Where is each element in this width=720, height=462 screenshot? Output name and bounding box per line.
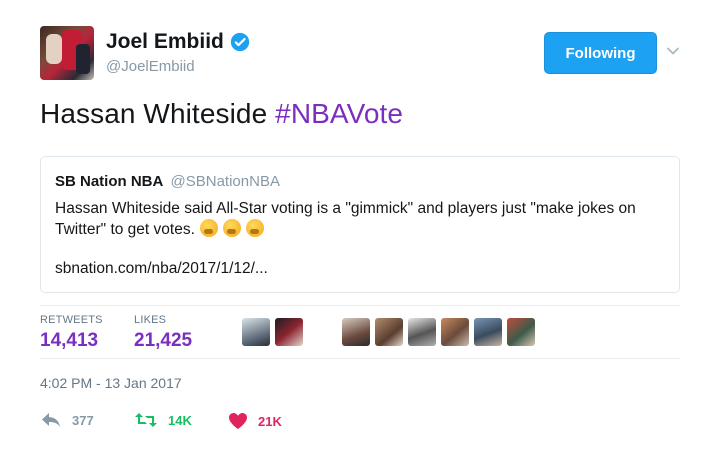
display-name[interactable]: Joel Embiid bbox=[106, 30, 250, 54]
quoted-tweet-header: SB Nation NBA @SBNationNBA bbox=[55, 173, 665, 190]
quoted-tweet-body: Hassan Whiteside said All-Star voting is… bbox=[55, 198, 675, 240]
retweets-value: 14,413 bbox=[40, 330, 99, 351]
thinking-face-icon bbox=[222, 219, 241, 237]
author-name[interactable]: Joel Embiid bbox=[106, 30, 224, 54]
quoted-author-handle: @SBNationNBA bbox=[170, 173, 280, 190]
likes-label: LIKES bbox=[134, 314, 167, 326]
like-count: 21K bbox=[258, 413, 282, 429]
tweet-plain-text: Hassan Whiteside bbox=[40, 98, 276, 129]
retweet-count: 14K bbox=[168, 412, 192, 428]
divider bbox=[40, 305, 680, 306]
divider bbox=[40, 358, 680, 359]
reply-icon bbox=[42, 413, 60, 427]
liker-avatar[interactable] bbox=[441, 318, 469, 346]
quoted-author-name: SB Nation NBA bbox=[55, 173, 164, 190]
reply-count: 377 bbox=[72, 412, 94, 428]
avatar[interactable] bbox=[40, 26, 94, 80]
retweet-icon bbox=[135, 413, 157, 427]
liker-avatars-2 bbox=[342, 318, 540, 346]
tweet-text: Hassan Whiteside #NBAVote bbox=[40, 98, 403, 130]
like-button[interactable]: 21K bbox=[228, 412, 282, 430]
liker-avatar[interactable] bbox=[375, 318, 403, 346]
verified-badge-icon bbox=[230, 32, 250, 52]
likes-stat[interactable]: LIKES 21,425 bbox=[134, 314, 192, 352]
following-button[interactable]: Following bbox=[544, 32, 657, 74]
likes-value: 21,425 bbox=[134, 330, 193, 351]
liker-avatar[interactable] bbox=[242, 318, 270, 346]
liker-avatar[interactable] bbox=[474, 318, 502, 346]
reply-button[interactable]: 377 bbox=[40, 412, 94, 428]
liker-avatar[interactable] bbox=[507, 318, 535, 346]
chevron-down-icon[interactable] bbox=[666, 44, 680, 58]
quoted-tweet-text: Hassan Whiteside said All-Star voting is… bbox=[55, 200, 636, 238]
liker-avatars bbox=[242, 318, 308, 346]
quoted-tweet-link[interactable]: sbnation.com/nba/2017/1/12/... bbox=[55, 260, 665, 278]
hashtag-link[interactable]: #NBAVote bbox=[275, 98, 403, 129]
liker-avatar[interactable] bbox=[342, 318, 370, 346]
quoted-tweet[interactable]: SB Nation NBA @SBNationNBA Hassan Whites… bbox=[40, 156, 680, 293]
thinking-face-icon bbox=[199, 219, 218, 237]
liker-avatar[interactable] bbox=[275, 318, 303, 346]
author-handle[interactable]: @JoelEmbiid bbox=[106, 58, 195, 75]
thinking-face-icon bbox=[245, 219, 264, 237]
heart-icon bbox=[229, 413, 247, 429]
liker-avatar[interactable] bbox=[408, 318, 436, 346]
tweet-timestamp[interactable]: 4:02 PM - 13 Jan 2017 bbox=[40, 375, 182, 391]
retweets-label: RETWEETS bbox=[40, 314, 103, 326]
retweet-button[interactable]: 14K bbox=[134, 412, 192, 428]
retweets-stat[interactable]: RETWEETS 14,413 bbox=[40, 314, 103, 352]
